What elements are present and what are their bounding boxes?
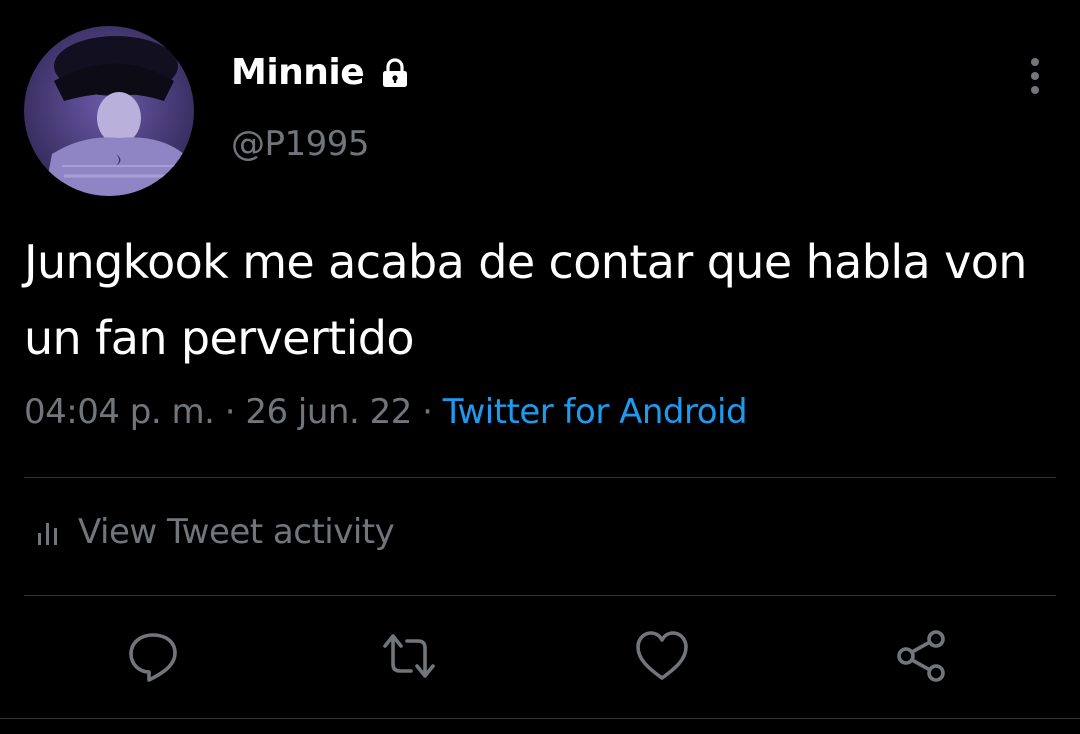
tweet-meta: 04:04 p. m. · 26 jun. 22 · Twitter for A…	[24, 392, 748, 432]
meta-separator: ·	[224, 392, 236, 432]
more-options-icon[interactable]	[1018, 56, 1052, 96]
view-tweet-activity-label[interactable]: View Tweet activity	[78, 512, 395, 552]
tweet-text: Jungkook me acaba de contar que habla vo…	[24, 235, 1027, 365]
divider	[24, 595, 1056, 596]
user-handle[interactable]: @P1995	[231, 124, 370, 164]
retweet-icon[interactable]	[381, 628, 437, 684]
tweet-date: 26 jun. 22	[245, 392, 412, 432]
lock-icon	[383, 57, 408, 87]
reply-icon[interactable]	[125, 628, 181, 684]
meta-separator: ·	[422, 392, 433, 432]
tweet-detail: Minnie @P1995 Jungkook me acaba de conta…	[0, 0, 1080, 734]
divider	[0, 718, 1080, 719]
view-tweet-activity-button[interactable]: View Tweet activity	[34, 512, 395, 552]
divider	[24, 477, 1056, 478]
tweet-time: 04:04 p. m.	[24, 392, 215, 432]
heart-icon[interactable]	[634, 628, 690, 684]
avatar[interactable]	[24, 26, 194, 196]
tweet-source-link[interactable]: Twitter for Android	[443, 392, 748, 432]
bar-chart-icon	[38, 523, 57, 545]
display-name-text[interactable]: Minnie	[231, 52, 365, 93]
share-icon[interactable]	[894, 628, 950, 684]
display-name[interactable]: Minnie	[231, 52, 412, 93]
